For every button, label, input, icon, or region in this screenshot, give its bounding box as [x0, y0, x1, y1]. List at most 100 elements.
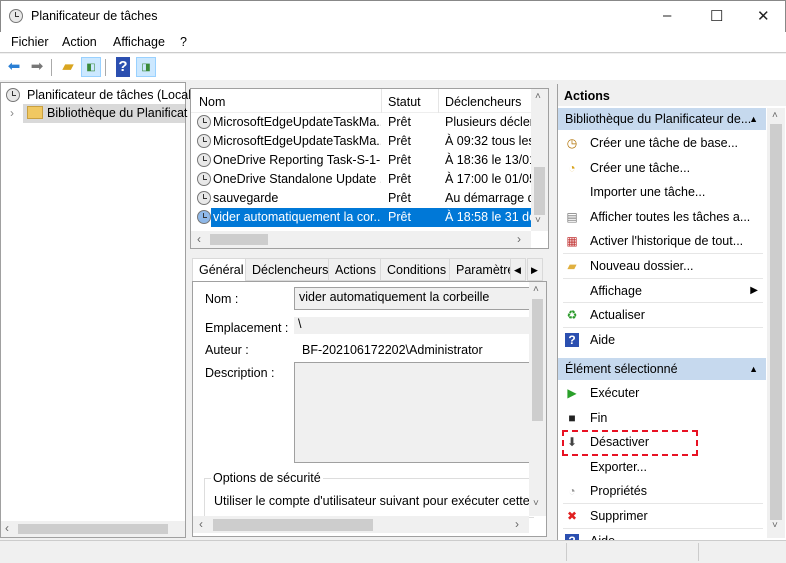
highlight-box [562, 430, 698, 456]
tree-item-library[interactable]: Bibliothèque du Planificat [23, 104, 188, 123]
clock-icon [197, 172, 211, 186]
action-importer-une-tâche[interactable]: Importer une tâche... [558, 180, 766, 204]
section-library[interactable]: Bibliothèque du Planificateur de... ▲ [558, 108, 766, 130]
menu-help[interactable]: ? [180, 35, 187, 49]
help-icon[interactable]: ? [116, 57, 130, 77]
show-hide-action-pane-icon[interactable]: ◨ [136, 57, 156, 77]
tab-general[interactable]: Général [192, 258, 251, 282]
horizontal-scrollbar[interactable]: ‹ [1, 521, 185, 537]
actions-pane: Actions Bibliothèque du Planificateur de… [557, 84, 786, 540]
menu-fichier[interactable]: Fichier [11, 35, 49, 49]
action-actualiser[interactable]: ♻ Actualiser [558, 303, 766, 327]
new-folder-icon: ▰ [567, 259, 577, 273]
actions-title: Actions [558, 84, 786, 106]
task-status: Prêt [388, 210, 411, 224]
end-icon: ■ [568, 410, 576, 425]
task-status: Prêt [388, 191, 411, 205]
action-label: Activer l'historique de tout... [590, 234, 744, 249]
action-fin[interactable]: ■ Fin [558, 406, 766, 430]
task-status: Prêt [388, 153, 411, 167]
toolbar: ⬅ ➡ ▰ ◧ ? ◨ [0, 54, 786, 80]
action-aide[interactable]: ?Aide [558, 328, 766, 352]
menu-action[interactable]: Action [62, 35, 97, 49]
menu-affichage[interactable]: Affichage [113, 35, 165, 49]
action-activer-l-historique-de-tout[interactable]: ▦ Activer l'historique de tout... [558, 229, 766, 253]
task-row[interactable]: OneDrive Reporting Task-S-1-... Prêt À 1… [191, 151, 531, 170]
task-row[interactable]: MicrosoftEdgeUpdateTaskMa... Prêt À 09:3… [191, 132, 531, 151]
action-afficher-toutes-les-tâches-a[interactable]: ▤ Afficher toutes les tâches a... [558, 205, 766, 229]
column-statut[interactable]: Statut [388, 95, 421, 109]
action-label: Créer une tâche... [590, 160, 691, 175]
task-row[interactable]: vider automatiquement la cor... Prêt À 1… [197, 208, 531, 227]
action-label: Actualiser [590, 308, 645, 323]
task-status: Prêt [388, 134, 411, 148]
tab-scroll-left[interactable]: ◀ [510, 258, 526, 281]
tab-parametres[interactable]: Paramètre [449, 258, 511, 281]
action-exporter[interactable]: Exporter... [558, 455, 766, 479]
expand-chevron-icon[interactable]: › [10, 106, 14, 120]
action-créer-une-tâche[interactable]: ◔ Créer une tâche... [558, 156, 766, 180]
task-trigger: À 18:58 le 31 de [445, 210, 531, 224]
refresh-icon: ♻ [566, 308, 578, 323]
action-créer-une-tâche-de-base[interactable]: ◷ Créer une tâche de base... [558, 131, 766, 155]
task-status: Prêt [388, 115, 411, 129]
task-list-header: Nom Statut Déclencheurs [191, 89, 531, 113]
tab-scroll-right[interactable]: ▶ [527, 258, 543, 281]
actions-list: Bibliothèque du Planificateur de... ▲ ◷ Cr… [558, 106, 768, 540]
column-declencheurs[interactable]: Déclencheurs [445, 95, 521, 109]
description-label: Description : [205, 366, 275, 380]
task-row[interactable]: OneDrive Standalone Update ... Prêt À 17… [191, 170, 531, 189]
horizontal-scrollbar[interactable]: ‹ › [193, 516, 529, 533]
task-row[interactable]: sauvegarde Prêt Au démarrage d [191, 189, 531, 208]
task-trigger: Au démarrage d [445, 191, 531, 205]
task-name: sauvegarde [213, 191, 279, 205]
vertical-scrollbar[interactable]: ˄ ˅ [531, 89, 548, 231]
action-label: Créer une tâche de base... [590, 136, 739, 150]
tree-item-label: Bibliothèque du Planificat [47, 106, 188, 120]
maximize-button[interactable]: ☐ [710, 7, 723, 25]
close-button[interactable]: ✕ [757, 7, 770, 25]
minimize-button[interactable]: – [663, 7, 671, 24]
vertical-scrollbar[interactable]: ˄ ˅ [529, 282, 546, 516]
column-nom[interactable]: Nom [199, 95, 225, 109]
task-name: OneDrive Reporting Task-S-1-... [213, 153, 381, 167]
tab-conditions[interactable]: Conditions [380, 258, 454, 281]
action-label: Exécuter [590, 386, 640, 400]
menu-bar: Fichier Action Affichage ? [0, 32, 786, 53]
security-options-title: Options de sécurité [211, 471, 323, 485]
status-bar [0, 540, 786, 563]
action-label: Aide [590, 332, 616, 347]
forward-arrow-icon[interactable]: ➡ [27, 57, 47, 77]
folder-icon [27, 106, 43, 119]
action-affichage[interactable]: Affichage ▶ [558, 279, 766, 303]
tab-actions[interactable]: Actions [328, 258, 383, 281]
action-aide[interactable]: ?Aide [558, 529, 766, 540]
task-status: Prêt [388, 172, 411, 186]
location-field: \ [294, 317, 534, 334]
task-name: MicrosoftEdgeUpdateTaskMa... [213, 134, 381, 148]
horizontal-scrollbar[interactable]: ‹ › [191, 231, 531, 248]
delete-icon: ✖ [566, 509, 578, 523]
history-icon: ▦ [566, 234, 578, 249]
task-name: vider automatiquement la cor... [213, 210, 381, 224]
tab-declencheurs[interactable]: Déclencheurs [245, 258, 336, 281]
section-selected-item[interactable]: Élément sélectionné ▲ [558, 358, 766, 380]
tree-root[interactable]: Planificateur de tâches (Local [27, 88, 191, 102]
action-label: Nouveau dossier... [590, 259, 694, 273]
action-label: Exporter... [590, 459, 647, 474]
action-supprimer[interactable]: ✖ Supprimer [558, 504, 766, 528]
back-arrow-icon[interactable]: ⬅ [4, 57, 24, 77]
action-label: Importer une tâche... [590, 185, 706, 200]
task-row[interactable]: MicrosoftEdgeUpdateTaskMa... Prêt Plusie… [191, 113, 531, 132]
folder-up-icon[interactable]: ▰ [58, 57, 78, 77]
author-value: BF-202106172202\Administrator [302, 343, 483, 357]
name-field[interactable]: vider automatiquement la corbeille [294, 287, 534, 310]
vertical-scrollbar[interactable]: ˄ ˅ [767, 108, 785, 538]
action-propriétés[interactable]: ◔ Propriétés [558, 479, 766, 503]
action-exécuter[interactable]: ▶ Exécuter [558, 381, 766, 405]
clock-icon [197, 134, 211, 148]
window-title: Planificateur de tâches [31, 9, 158, 23]
show-hide-tree-icon[interactable]: ◧ [81, 57, 101, 77]
description-field[interactable] [294, 362, 534, 463]
action-nouveau-dossier[interactable]: ▰ Nouveau dossier... [558, 254, 766, 278]
